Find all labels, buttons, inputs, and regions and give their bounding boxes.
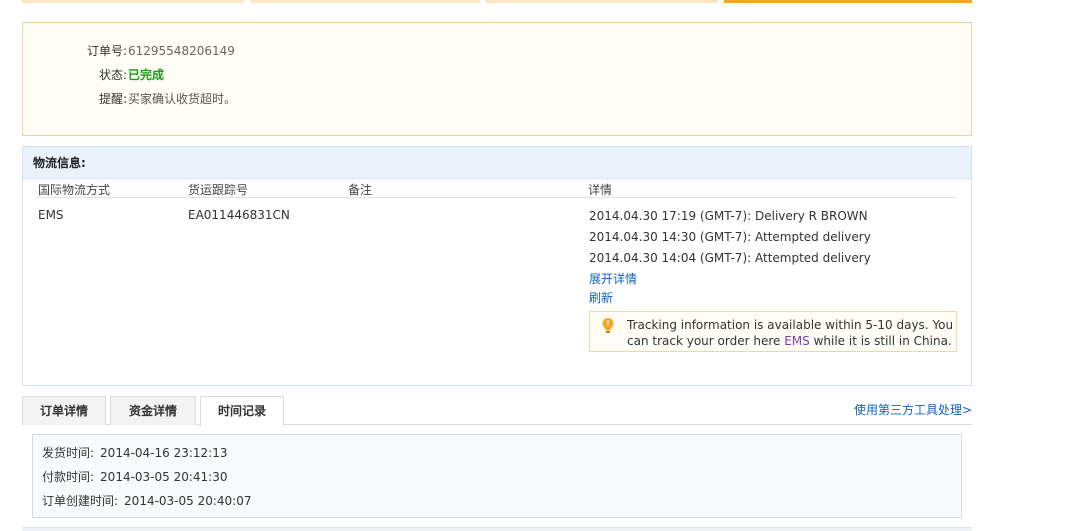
- column-header-tracking-number: 货运跟踪号: [188, 183, 249, 197]
- created-time-row: 订单创建时间: 2014-03-05 20:40:07: [42, 493, 252, 509]
- created-time-label: 订单创建时间:: [42, 494, 119, 508]
- tracking-event: 2014.04.30 14:04 (GMT-7): Attempted deli…: [589, 251, 871, 265]
- order-status-box: 订单号: 61295548206149 状态: 已完成 提醒: 买家确认收货超时…: [22, 22, 972, 136]
- ship-time-label: 发货时间:: [42, 446, 95, 460]
- tab-order-details[interactable]: 订单详情: [22, 396, 106, 425]
- tracking-notice-text: Tracking information is available within…: [627, 317, 957, 349]
- time-record-panel: 发货时间: 2014-04-16 23:12:13 付款时间: 2014-03-05…: [32, 434, 962, 518]
- order-status-row: 状态: 已完成: [23, 67, 973, 83]
- order-status-value: 已完成: [128, 68, 165, 82]
- order-number-value: 61295548206149: [128, 44, 235, 58]
- column-header-details: 详情: [588, 183, 613, 197]
- lightbulb-icon: [601, 317, 615, 335]
- tab-funds-details[interactable]: 资金详情: [110, 396, 196, 425]
- notice-suffix: while it is still in China.: [809, 334, 952, 348]
- order-progress-steps: [22, 0, 972, 3]
- refresh-link[interactable]: 刷新: [589, 289, 613, 306]
- shipping-method: EMS: [38, 208, 64, 222]
- progress-step-1: [22, 0, 244, 3]
- order-reminder-value: 买家确认收货超时。: [128, 92, 237, 106]
- progress-step-2: [250, 0, 480, 3]
- pay-time-value: 2014-03-05 20:41:30: [100, 470, 228, 484]
- order-tabs: 订单详情 资金详情 时间记录 使用第三方工具处理>: [22, 395, 972, 426]
- logistics-panel: 物流信息: 国际物流方式 货运跟踪号 备注 详情 EMS EA011446831…: [22, 146, 972, 386]
- column-header-remark: 备注: [348, 183, 373, 197]
- ship-time-row: 发货时间: 2014-04-16 23:12:13: [42, 445, 228, 461]
- progress-step-3: [486, 0, 718, 3]
- pay-time-row: 付款时间: 2014-03-05 20:41:30: [42, 469, 228, 485]
- expand-details-link[interactable]: 展开详情: [589, 270, 637, 287]
- column-divider: [37, 197, 957, 198]
- order-number-label: 订单号:: [86, 44, 127, 58]
- ems-link[interactable]: EMS: [784, 334, 810, 348]
- tracking-event: 2014.04.30 14:30 (GMT-7): Attempted deli…: [589, 230, 871, 244]
- progress-step-4: [724, 0, 972, 3]
- tab-time-record[interactable]: 时间记录: [200, 396, 284, 426]
- tracking-event: 2014.04.30 17:19 (GMT-7): Delivery R BRO…: [589, 209, 868, 223]
- logistics-title: 物流信息:: [23, 147, 971, 179]
- tracking-notice: Tracking information is available within…: [589, 311, 957, 352]
- tracking-number: EA011446831CN: [188, 208, 290, 222]
- third-party-tool-link[interactable]: 使用第三方工具处理>: [854, 401, 972, 418]
- ship-time-value: 2014-04-16 23:12:13: [100, 446, 228, 460]
- created-time-value: 2014-03-05 20:40:07: [124, 494, 252, 508]
- column-header-method: 国际物流方式: [38, 183, 111, 197]
- bottom-divider: [22, 527, 972, 531]
- order-reminder-label: 提醒:: [98, 92, 127, 106]
- order-status-label: 状态:: [98, 68, 127, 82]
- pay-time-label: 付款时间:: [42, 470, 95, 484]
- order-number-row: 订单号: 61295548206149: [23, 43, 973, 59]
- order-reminder-row: 提醒: 买家确认收货超时。: [23, 91, 973, 107]
